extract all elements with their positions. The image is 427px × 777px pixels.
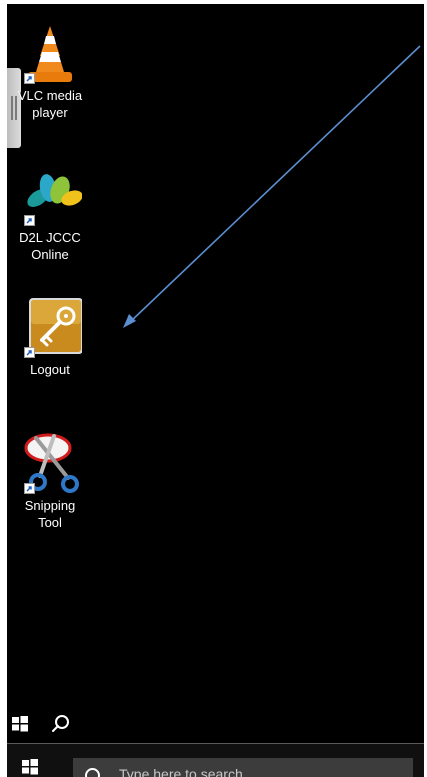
shortcut-arrow-icon bbox=[24, 215, 35, 226]
desktop-icon-label: Logout bbox=[30, 362, 70, 377]
desktop-icon-logout[interactable]: Logout bbox=[7, 296, 93, 378]
scissors-icon bbox=[18, 432, 82, 496]
search-input[interactable] bbox=[119, 766, 399, 777]
key-icon bbox=[18, 296, 82, 360]
desktop: VLC media player D2L JCCC Online Logout … bbox=[7, 4, 424, 777]
shortcut-arrow-icon bbox=[24, 483, 35, 494]
search-icon bbox=[85, 768, 100, 777]
vlc-cone-icon bbox=[18, 22, 82, 86]
shortcut-arrow-icon bbox=[24, 347, 35, 358]
shortcut-arrow-icon bbox=[24, 73, 35, 84]
desktop-icon-vlc[interactable]: VLC media player bbox=[7, 22, 93, 121]
desktop-icon-label: D2L JCCC Online bbox=[19, 230, 81, 262]
windows-start-icon[interactable] bbox=[11, 715, 29, 733]
d2l-leaf-icon bbox=[18, 164, 82, 228]
windows-start-icon[interactable] bbox=[21, 758, 39, 776]
start-search-row bbox=[11, 710, 71, 738]
desktop-icon-snipping-tool[interactable]: Snipping Tool bbox=[7, 432, 93, 531]
taskbar bbox=[7, 743, 424, 777]
desktop-icon-label: VLC media player bbox=[17, 88, 83, 120]
search-icon[interactable] bbox=[51, 714, 71, 734]
desktop-icon-d2l[interactable]: D2L JCCC Online bbox=[7, 164, 93, 263]
taskbar-search-box[interactable] bbox=[73, 758, 413, 777]
desktop-icon-label: Snipping Tool bbox=[24, 498, 76, 530]
